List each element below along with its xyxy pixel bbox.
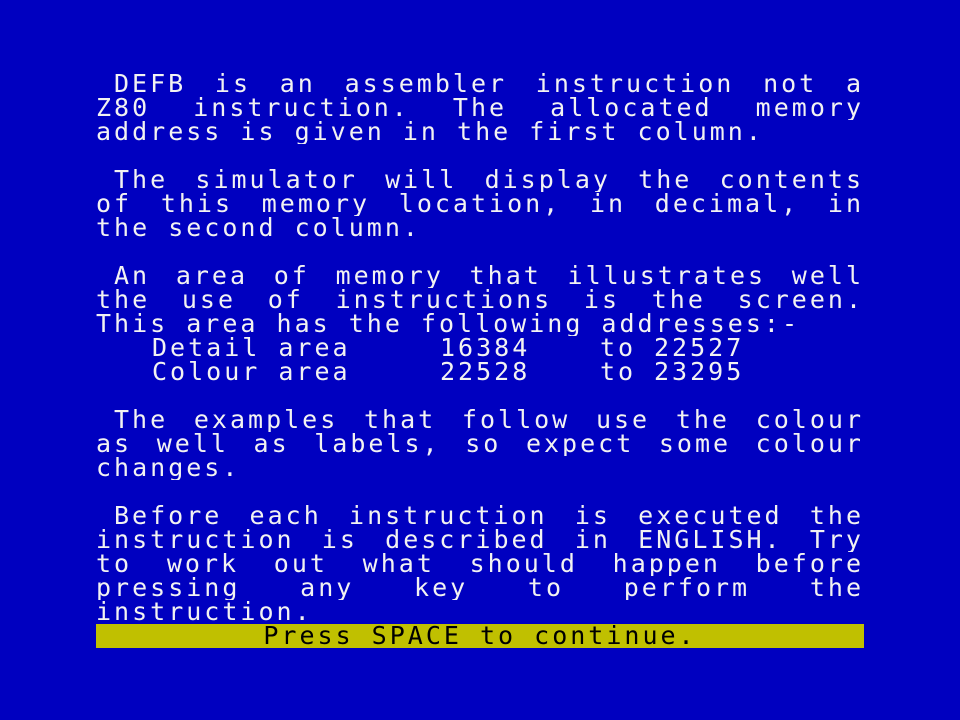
text-line: pressing any key to perform the [96,576,864,600]
address-row-colour: Colour area 22528 to 23295 [96,357,864,386]
text-line: Before each instruction is executed the [114,504,864,528]
paragraph-before-each: Before each instruction is executed the … [96,504,864,624]
text-line: the second column. [96,216,421,240]
paragraph-simulator: The simulator will display the contents … [96,168,864,240]
text-line: The examples that follow use the colour [114,408,864,432]
text-line: as well as labels, so expect some colour [96,432,864,456]
address-to: to [600,357,637,386]
text-line: of this memory location, in decimal, in [96,192,864,216]
text-line: changes. [96,456,241,480]
paragraph-examples: The examples that follow use the colour … [96,408,864,480]
text-line: An area of memory that illustrates well [114,264,864,288]
text-line: to work out what should happen before [96,552,864,576]
spectrum-screen: DEFB is an assembler instruction not a Z… [0,0,960,720]
text-line: instruction is described in ENGLISH. Try [96,528,864,552]
text-line: address is given in the first column. [96,120,764,144]
text-line: the use of instructions is the screen. [96,288,864,312]
address-label: Colour area [152,357,351,386]
instruction-text: DEFB is an assembler instruction not a Z… [96,72,864,624]
address-end: 23295 [654,357,745,386]
paragraph-screen-area: An area of memory that illustrates well … [96,264,864,384]
text-line: The simulator will display the contents [114,168,864,192]
continue-prompt[interactable]: Press SPACE to continue. [96,623,864,648]
address-start: 22528 [440,357,531,386]
text-line: DEFB is an assembler instruction not a [114,72,864,96]
text-line: Z80 instruction. The allocated memory [96,96,864,120]
paragraph-defb: DEFB is an assembler instruction not a Z… [96,72,864,144]
